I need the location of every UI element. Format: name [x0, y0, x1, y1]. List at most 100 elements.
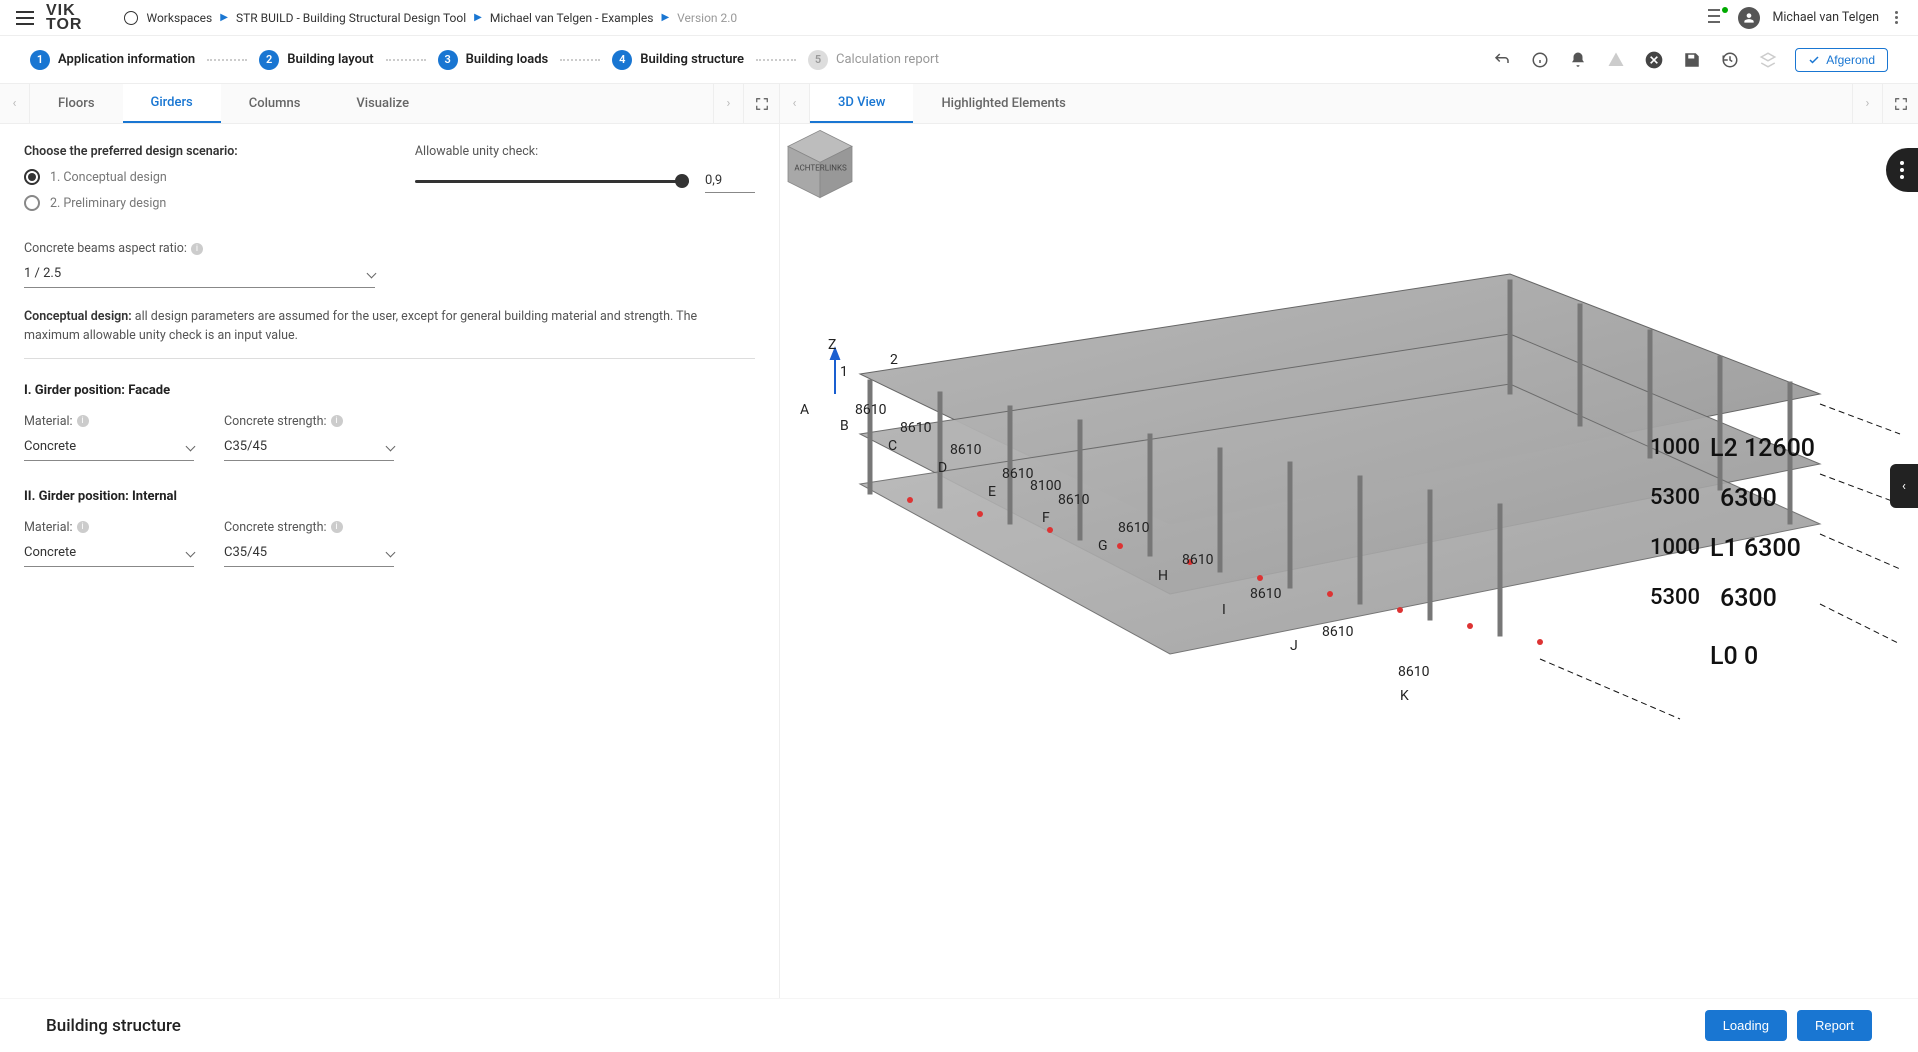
svg-text:LINKS: LINKS [825, 163, 847, 172]
layers-icon[interactable] [1757, 49, 1779, 71]
save-icon[interactable] [1681, 49, 1703, 71]
warning-icon[interactable] [1605, 49, 1627, 71]
breadcrumb-folder[interactable]: Michael van Telgen - Examples [490, 11, 654, 25]
radio-unchecked-icon [24, 195, 40, 211]
svg-text:I: I [1222, 602, 1226, 618]
aspect-value: 1 / 2.5 [24, 266, 61, 281]
right-panel: ‹ 3D View Highlighted Elements › [780, 84, 1918, 998]
bell-icon[interactable] [1567, 49, 1589, 71]
section-facade-title: I. Girder position: Facade [24, 383, 755, 398]
svg-text:E: E [988, 484, 996, 500]
internal-material-select[interactable]: Concrete [24, 539, 194, 567]
viewer-3d[interactable]: Z 1 2 A B C D E F G H I J K [780, 124, 1918, 998]
unity-slider[interactable]: 0,9 [415, 169, 755, 193]
tab-next-icon[interactable]: › [1852, 84, 1882, 123]
kebab-icon[interactable] [1891, 7, 1902, 28]
expand-icon[interactable] [1882, 84, 1918, 123]
info-icon[interactable]: i [331, 521, 343, 533]
status-button-label: Afgerond [1826, 53, 1875, 67]
report-button[interactable]: Report [1797, 1010, 1872, 1041]
step-3[interactable]: 3 Building loads [438, 50, 549, 70]
svg-text:5300: 5300 [1650, 485, 1700, 510]
avatar[interactable] [1738, 7, 1760, 29]
tab-prev-icon[interactable]: ‹ [780, 84, 810, 123]
stepbar: 1 Application information 2 Building lay… [0, 36, 1918, 84]
svg-text:B: B [840, 418, 849, 434]
facade-strength-select[interactable]: C35/45 [224, 433, 394, 461]
chevron-down-icon [366, 269, 376, 279]
step-separator [756, 59, 796, 61]
step-4[interactable]: 4 Building structure [612, 50, 744, 70]
step-number: 2 [259, 50, 279, 70]
svg-text:L2 12600: L2 12600 [1710, 434, 1815, 463]
step-label: Building layout [287, 52, 373, 67]
tab-3d-view[interactable]: 3D View [810, 84, 913, 123]
svg-text:8610: 8610 [1118, 520, 1150, 536]
info-icon[interactable]: i [331, 415, 343, 427]
chevron-right-icon: ▶ [474, 12, 482, 23]
tab-girders[interactable]: Girders [123, 84, 221, 123]
chevron-down-icon [186, 547, 196, 557]
aspect-select[interactable]: 1 / 2.5 [24, 260, 375, 288]
scenario-option-2[interactable]: 2. Preliminary design [24, 195, 375, 211]
close-circle-icon[interactable] [1643, 49, 1665, 71]
tab-floors[interactable]: Floors [30, 84, 123, 123]
expand-icon[interactable] [743, 84, 779, 123]
breadcrumb-version[interactable]: Version 2.0 [677, 11, 737, 25]
svg-text:A: A [800, 402, 809, 418]
svg-text:8610: 8610 [950, 442, 982, 458]
svg-text:8100: 8100 [1030, 478, 1062, 494]
material-label: Material:i [24, 520, 194, 535]
select-value: Concrete [24, 439, 76, 454]
step-number: 4 [612, 50, 632, 70]
svg-text:Z: Z [828, 337, 836, 353]
svg-text:F: F [1042, 510, 1050, 526]
tab-columns[interactable]: Columns [221, 84, 329, 123]
info-icon[interactable]: i [191, 243, 203, 255]
chevron-down-icon [186, 441, 196, 451]
facade-material-select[interactable]: Concrete [24, 433, 194, 461]
radio-checked-icon [24, 169, 40, 185]
svg-text:2: 2 [890, 352, 898, 368]
history-icon[interactable] [1719, 49, 1741, 71]
menu-icon[interactable] [16, 11, 34, 25]
main: ‹ Floors Girders Columns Visualize › Cho… [0, 84, 1918, 998]
loading-button[interactable]: Loading [1705, 1010, 1787, 1041]
scenario-option-1-label: 1. Conceptual design [50, 170, 167, 185]
info-icon[interactable]: i [77, 521, 89, 533]
logo[interactable]: VIK TOR [46, 4, 82, 31]
user-name[interactable]: Michael van Telgen [1772, 10, 1879, 25]
scenario-label: Choose the preferred design scenario: [24, 144, 375, 159]
step-1[interactable]: 1 Application information [30, 50, 195, 70]
chevron-down-icon [386, 547, 396, 557]
slider-thumb[interactable] [675, 174, 689, 188]
unity-value[interactable]: 0,9 [705, 169, 755, 193]
info-icon[interactable]: i [77, 415, 89, 427]
nav-cube[interactable]: ACHTER LINKS [780, 124, 860, 204]
tab-visualize[interactable]: Visualize [328, 84, 437, 123]
breadcrumb: Workspaces ▶ STR BUILD - Building Struct… [124, 11, 737, 25]
tab-prev-icon[interactable]: ‹ [0, 84, 30, 123]
svg-text:8610: 8610 [1182, 552, 1214, 568]
info-icon[interactable] [1529, 49, 1551, 71]
return-icon[interactable] [1491, 49, 1513, 71]
step-5[interactable]: 5 Calculation report [808, 50, 939, 70]
svg-text:8610: 8610 [1002, 466, 1034, 482]
tab-next-icon[interactable]: › [713, 84, 743, 123]
breadcrumb-app[interactable]: STR BUILD - Building Structural Design T… [236, 11, 466, 25]
internal-strength-select[interactable]: C35/45 [224, 539, 394, 567]
svg-text:8610: 8610 [855, 402, 887, 418]
right-tabs: ‹ 3D View Highlighted Elements › [780, 84, 1918, 124]
breadcrumb-workspaces[interactable]: Workspaces [146, 11, 212, 25]
stepbar-actions: Afgerond [1491, 48, 1888, 72]
scenario-option-1[interactable]: 1. Conceptual design [24, 169, 375, 185]
step-2[interactable]: 2 Building layout [259, 50, 373, 70]
strength-label: Concrete strength:i [224, 414, 394, 429]
footer: Building structure Loading Report [0, 998, 1918, 1052]
tab-highlighted[interactable]: Highlighted Elements [913, 84, 1093, 123]
step-label: Building loads [466, 52, 549, 67]
status-button[interactable]: Afgerond [1795, 48, 1888, 72]
viewer-collapse-icon[interactable]: ‹ [1890, 464, 1918, 508]
svg-text:L0 0: L0 0 [1710, 642, 1758, 671]
list-icon[interactable] [1708, 9, 1726, 27]
